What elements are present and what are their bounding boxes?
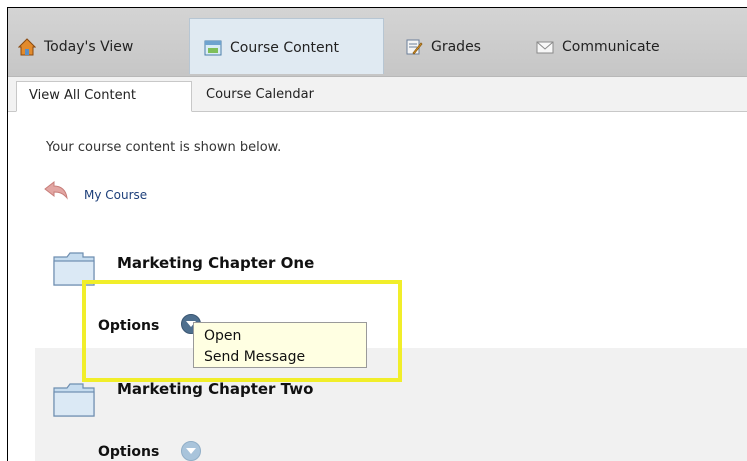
cropped-top-strip [0, 0, 747, 7]
folder-icon [53, 252, 95, 286]
top-navigation-bar: Today's View Course Content Grades Commu… [8, 8, 747, 77]
grades-icon [405, 38, 423, 56]
subtab-view-all-content[interactable]: View All Content [16, 81, 192, 112]
breadcrumb-my-course[interactable]: My Course [84, 188, 147, 202]
options-menu: Open Send Message [193, 322, 367, 368]
options-dropdown-button[interactable] [181, 441, 201, 461]
back-arrow-icon[interactable] [43, 180, 69, 200]
nav-tab-grades[interactable]: Grades [405, 18, 515, 74]
sub-tab-bar: View All Content Course Calendar [8, 77, 747, 112]
menu-item-send-message[interactable]: Send Message [194, 346, 366, 367]
subtab-course-calendar[interactable]: Course Calendar [194, 81, 344, 111]
folder-icon [53, 383, 95, 417]
home-icon [17, 38, 37, 56]
course-content-icon [204, 39, 222, 57]
intro-text: Your course content is shown below. [46, 140, 282, 155]
subtab-label: View All Content [29, 88, 136, 103]
envelope-icon [536, 38, 554, 56]
options-label[interactable]: Options [98, 318, 159, 334]
nav-tab-label: Grades [431, 39, 481, 55]
content-item-title[interactable]: Marketing Chapter One [117, 254, 314, 272]
nav-tab-label: Communicate [562, 39, 660, 55]
menu-item-open[interactable]: Open [194, 325, 366, 346]
nav-tab-todays-view[interactable]: Today's View [17, 18, 188, 74]
nav-tab-label: Course Content [230, 40, 340, 56]
content-item-title[interactable]: Marketing Chapter Two [117, 380, 313, 398]
subtab-label: Course Calendar [206, 87, 314, 102]
nav-tab-label: Today's View [44, 39, 134, 55]
nav-tab-course-content[interactable]: Course Content [189, 18, 384, 74]
options-label[interactable]: Options [98, 444, 159, 460]
nav-tab-communicate[interactable]: Communicate [536, 18, 686, 74]
